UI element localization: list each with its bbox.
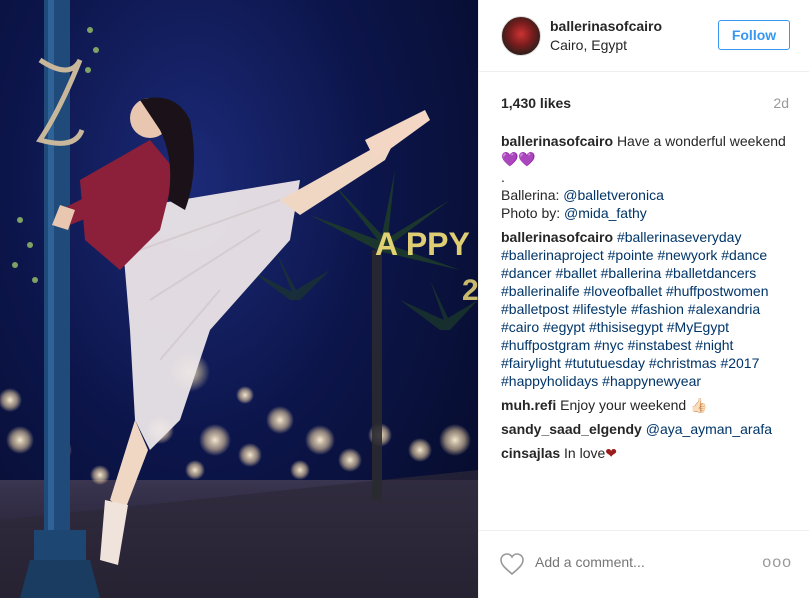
comment-item: muh.refi Enjoy your weekend 👍🏻 [501,396,791,414]
comment-item: cinsajlas In love❤ [501,444,791,462]
comment-text: In love [564,445,606,461]
thumbs-up-emoji: 👍🏻 [690,397,708,413]
caption-dot: . [501,169,505,185]
neon-sign: A PPY [375,226,470,262]
comment-user-link[interactable]: ballerinasofcairo [501,229,613,245]
post-side-panel: ballerinasofcairo Cairo, Egypt Follow 1,… [478,0,809,598]
likes-count[interactable]: 1,430 likes [501,95,571,111]
comment-user-link[interactable]: muh.refi [501,397,556,413]
comment-user-link[interactable]: cinsajlas [501,445,560,461]
comment-mention-link[interactable]: @aya_ayman_arafa [646,421,772,437]
post-dialog: A PPY 2 ballerinasofcairo Cairo, Egypt F… [0,0,809,598]
add-comment-input[interactable] [535,554,735,570]
ellipsis-icon[interactable]: ooo [762,554,792,572]
comment-user-link[interactable]: sandy_saad_elgendy [501,421,642,437]
photo-credit-label: Photo by: [501,205,565,221]
post-age[interactable]: 2d [773,95,789,111]
post-photo[interactable]: A PPY 2 [0,0,478,598]
caption-user-link[interactable]: ballerinasofcairo [501,133,613,149]
post-footer: ooo [479,530,809,598]
comment-item: sandy_saad_elgendy @aya_ayman_arafa [501,420,791,438]
red-heart-emoji: ❤ [605,445,618,461]
comment-text: Enjoy your weekend [560,397,687,413]
follow-button[interactable]: Follow [718,20,790,50]
caption: ballerinasofcairo Have a wonderful weeke… [501,132,791,222]
ballerina-mention-link[interactable]: @balletveronica [563,187,664,203]
hashtag-comment: ballerinasofcairo #ballerinaseveryday #b… [501,228,791,390]
purple-hearts-emoji: 💜💜 [501,151,536,167]
heart-outline-icon[interactable] [499,552,525,576]
svg-text:2: 2 [462,274,478,307]
location-link[interactable]: Cairo, Egypt [550,37,627,53]
post-header: ballerinasofcairo Cairo, Egypt Follow [479,0,809,72]
username-link[interactable]: ballerinasofcairo [550,18,662,34]
bokeh-lights [0,352,471,485]
caption-text: Have a wonderful weekend [616,133,786,149]
comments-list: ballerinasofcairo Have a wonderful weeke… [501,132,791,492]
avatar[interactable] [501,16,541,56]
photographer-mention-link[interactable]: @mida_fathy [564,205,647,221]
hashtags-links[interactable]: #ballerinaseveryday #ballerinaproject #p… [501,229,768,389]
ballerina-label: Ballerina: [501,187,564,203]
photo-illustration: A PPY 2 [0,0,478,598]
